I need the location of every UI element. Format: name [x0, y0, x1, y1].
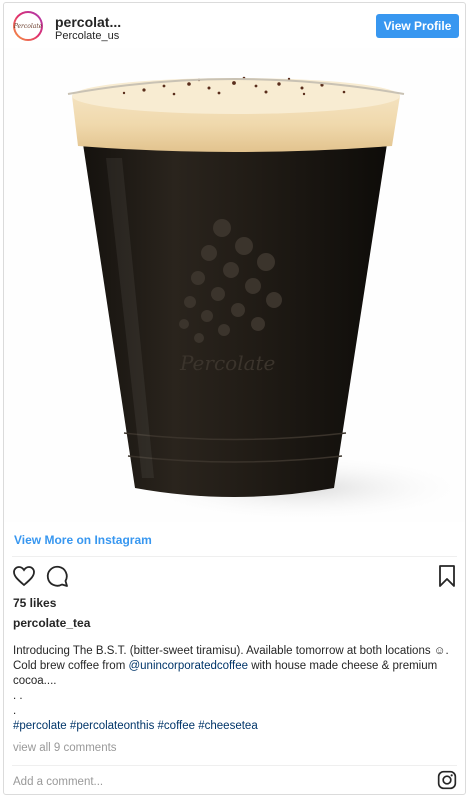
likes-count[interactable]: 75 likes [13, 596, 56, 610]
caption-username[interactable]: percolate_tea [13, 616, 90, 630]
caption: Introducing The B.S.T. (bitter-sweet tir… [13, 644, 458, 734]
avatar[interactable]: Percolate [13, 11, 43, 41]
post-image[interactable]: Percolate [4, 48, 465, 522]
profile-subname: Percolate_us [55, 30, 120, 42]
add-comment-input[interactable]: Add a comment... [13, 776, 103, 788]
view-profile-button[interactable]: View Profile [376, 14, 459, 38]
instagram-embed-card: Percolate percolat... Percolate_us View … [3, 2, 466, 795]
action-bar [12, 564, 459, 590]
username[interactable]: percolat... [55, 14, 121, 30]
hashtag-line: #percolate #percolateonthis #coffee #che… [13, 719, 458, 734]
post-header: Percolate percolat... Percolate_us View … [4, 3, 465, 48]
view-comments-link[interactable]: view all 9 comments [13, 742, 117, 754]
hashtag-link[interactable]: #percolate [13, 720, 67, 732]
caption-dots: . [13, 705, 17, 717]
mention-link[interactable]: @unincorporatedcoffee [128, 660, 248, 672]
caption-line: Cold brew coffee from @unincorporatedcof… [13, 659, 458, 674]
divider [12, 765, 457, 766]
caption-dots: . . [13, 690, 23, 702]
bookmark-icon[interactable] [435, 564, 459, 588]
hashtag-link[interactable]: #cheesetea [198, 720, 257, 732]
comment-icon[interactable] [45, 564, 69, 588]
coffee-cup-illustration: Percolate [67, 76, 465, 522]
avatar-logo: Percolate [14, 13, 42, 39]
caption-line: cocoa.... [13, 675, 57, 687]
caption-line: Introducing The B.S.T. (bitter-sweet tir… [13, 645, 449, 657]
view-more-link[interactable]: View More on Instagram [14, 533, 152, 547]
hashtag-link[interactable]: #coffee [158, 720, 196, 732]
caption-text: Cold brew coffee from [13, 660, 129, 672]
cup-logo-text: Percolate [179, 351, 275, 375]
hashtag-link[interactable]: #percolateonthis [70, 720, 154, 732]
heart-icon[interactable] [12, 564, 36, 588]
divider [12, 556, 457, 557]
instagram-logo-icon[interactable] [437, 770, 457, 790]
caption-text: with house made cheese & premium [248, 660, 438, 672]
